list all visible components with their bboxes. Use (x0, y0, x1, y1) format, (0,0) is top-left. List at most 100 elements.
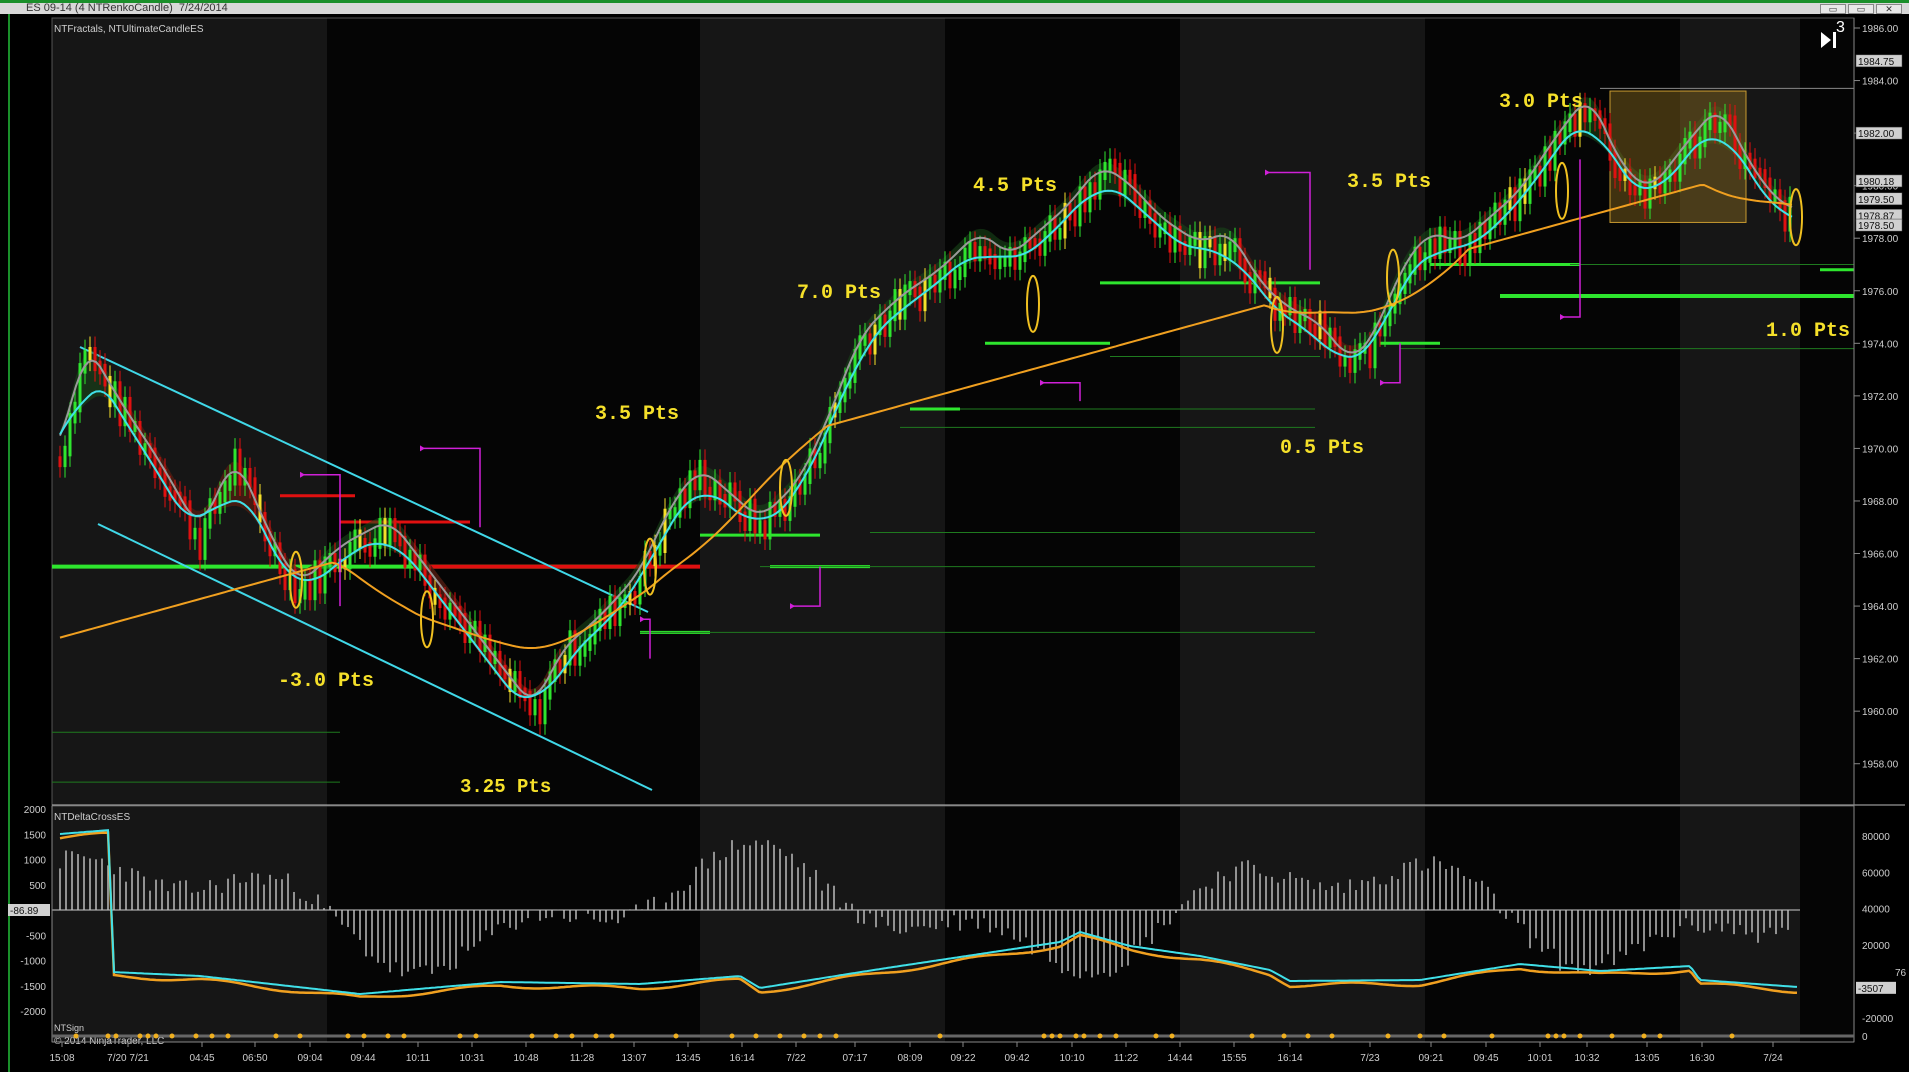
candle-body (1633, 184, 1637, 196)
delta-right-label: 80000 (1862, 832, 1890, 843)
time-tick-label: 15:08 (49, 1053, 74, 1064)
candle-body (978, 246, 982, 262)
signal-dot (729, 1033, 735, 1039)
delta-left-label: 500 (29, 881, 46, 892)
signal-dot (937, 1033, 943, 1039)
points-label: 3.5 Pts (1347, 171, 1431, 194)
time-tick-label: 13:07 (621, 1053, 646, 1064)
time-axis[interactable]: 15:08 7/20 7/21 04:45 06:50 09:04 09:44 10:11 1… (49, 1041, 1854, 1064)
candle-body (618, 597, 622, 627)
candle-body (903, 284, 907, 320)
candle-body (1168, 222, 1172, 253)
delta-left-label: -1000 (20, 957, 46, 968)
signal-dot (1097, 1033, 1103, 1039)
candle-body (1198, 232, 1202, 269)
candle-body (1338, 336, 1342, 367)
candle-body (1013, 246, 1017, 270)
candle-body (1118, 162, 1122, 197)
signal-dot (1153, 1033, 1159, 1039)
candle-body (758, 520, 762, 534)
time-tick-label: 08:09 (897, 1053, 922, 1064)
candle-body (1293, 297, 1297, 334)
signal-dot (457, 1033, 463, 1039)
candle-body (913, 281, 917, 298)
candle-body (1663, 171, 1667, 194)
candle-body (373, 538, 377, 557)
signal-dot (345, 1033, 351, 1039)
candle-body (888, 310, 892, 337)
points-label: 0.5 Pts (1280, 437, 1364, 460)
signal-dot (1041, 1033, 1047, 1039)
candle-body (1238, 238, 1242, 269)
candle-body (1073, 209, 1077, 227)
time-tick-label: 10:31 (459, 1053, 484, 1064)
signal-dot (1081, 1033, 1087, 1039)
time-tick-label: 11:28 (570, 1053, 595, 1064)
time-tick-label: 09:22 (950, 1053, 975, 1064)
candle-body (518, 671, 522, 698)
candle-body (763, 520, 767, 540)
delta-left-label: 1500 (24, 830, 47, 841)
time-tick-label: 10:10 (1059, 1053, 1084, 1064)
signal-dot (1329, 1033, 1335, 1039)
maximize-button[interactable]: ▭ (1848, 4, 1874, 14)
candle-body (88, 346, 92, 361)
minimize-button[interactable]: ▭ (1820, 4, 1846, 14)
candle-body (388, 518, 392, 546)
signal-dot (777, 1033, 783, 1039)
candle-body (1093, 182, 1097, 200)
signal-dot (1729, 1033, 1735, 1039)
candle-body (353, 529, 357, 553)
candle-body (1718, 121, 1722, 133)
time-tick-label: 10:48 (513, 1053, 538, 1064)
time-tick-label: 7/20 7/21 (107, 1053, 149, 1064)
price-tag-label: 1982.00 (1858, 129, 1895, 140)
signal-dot (593, 1033, 599, 1039)
price-tick-label: 1976.00 (1862, 287, 1899, 298)
signal-dot (553, 1033, 559, 1039)
candle-body (1048, 215, 1052, 242)
candle-body (1443, 226, 1447, 254)
delta-indicator-title: NTDeltaCrossES (54, 812, 130, 823)
close-button[interactable]: ✕ (1876, 4, 1902, 14)
signal-dot (473, 1033, 479, 1039)
signal-dot (145, 1033, 151, 1039)
time-tick-label: 13:45 (675, 1053, 700, 1064)
time-tick-label: 14:44 (1167, 1053, 1192, 1064)
corner-label: 3 (1836, 19, 1845, 36)
title-bar[interactable]: ES 09-14 (4 NTRenkoCandle) 7/24/2014 ▭ ▭… (0, 0, 1909, 14)
time-tick-label: 09:44 (350, 1053, 375, 1064)
candle-body (203, 518, 207, 560)
candle-body (293, 569, 297, 604)
delta-right-label: -20000 (1862, 1014, 1894, 1025)
candle-body (958, 266, 962, 281)
candle-body (1128, 169, 1132, 185)
candle-body (208, 498, 212, 529)
signal-dot (1057, 1033, 1063, 1039)
price-tick-label: 1964.00 (1862, 602, 1899, 613)
candle-body (538, 699, 542, 725)
candle-body (753, 498, 757, 534)
candle-body (1708, 112, 1712, 131)
price-indicator-title: NTFractals, NTUltimateCandleES (54, 24, 204, 35)
price-tick-label: 1972.00 (1862, 392, 1899, 403)
price-axis[interactable]: 1986.001984.001982.001980.001978.001976.… (1853, 18, 1903, 805)
delta-right-label: 40000 (1862, 905, 1890, 916)
candle-body (238, 448, 242, 486)
candle-body (1613, 150, 1617, 179)
signal-dot (105, 1033, 111, 1039)
time-tick-label: 16:14 (1277, 1053, 1302, 1064)
chart-canvas[interactable]: -3.0 Pts 3.25 Pts 3.5 Pts 7.0 Pts 4.5 Pts 0.5… (0, 14, 1909, 1072)
time-tick-label: 10:11 (406, 1053, 431, 1064)
signal-dot (169, 1033, 175, 1039)
signal-dot (193, 1033, 199, 1039)
signal-dot (753, 1033, 759, 1039)
candle-body (93, 346, 97, 372)
candle-body (1438, 226, 1442, 259)
time-tick-label: 09:21 (1418, 1053, 1443, 1064)
session-shading (52, 18, 1854, 1042)
candle-body (1203, 236, 1207, 269)
delta-left-label: 2000 (24, 805, 47, 816)
candle-body (1023, 237, 1027, 263)
candle-body (1473, 233, 1477, 254)
